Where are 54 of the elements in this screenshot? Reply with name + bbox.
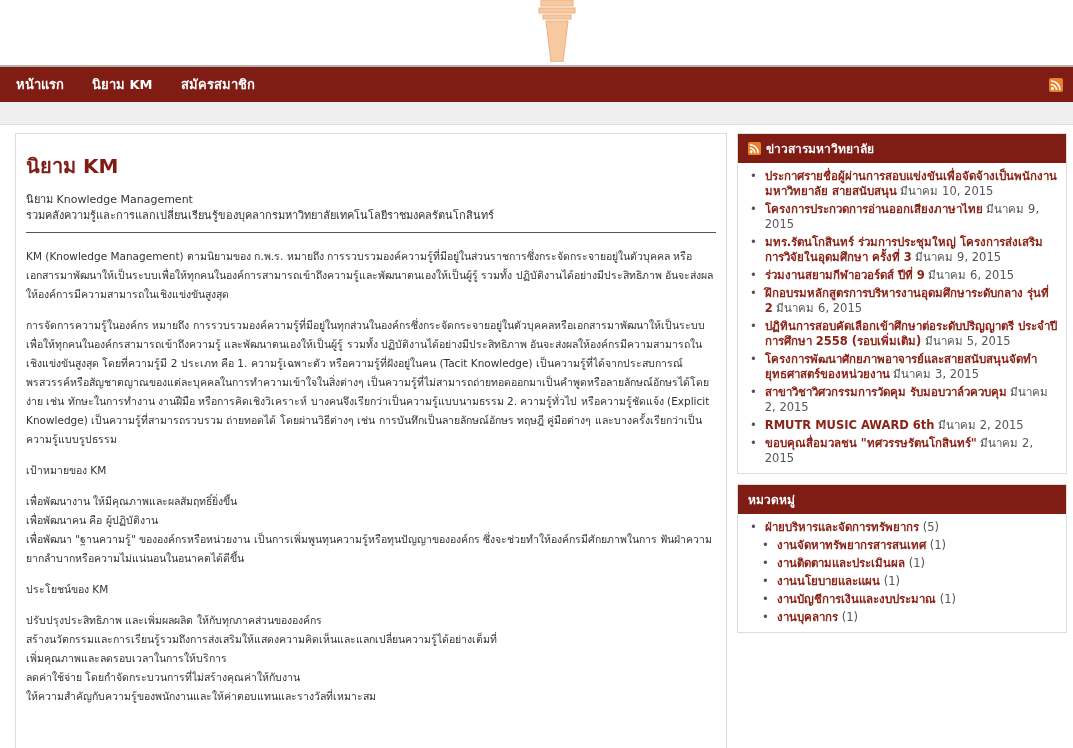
bullet: • [750, 318, 757, 335]
text-line: ลดค่าใช้จ่าย โดยกำจัดกระบวนการที่ไม่สร้างคุณค่าให้กับงาน [26, 669, 302, 686]
bullet: • [750, 417, 757, 434]
category-link[interactable]: งานนโยบายและแผน (1) [776, 573, 1058, 590]
category-link[interactable]: งานบุคลากร (1) [776, 609, 1058, 626]
article-title: นิยาม KM [26, 153, 120, 180]
bullet: • [750, 384, 757, 401]
nav-link[interactable]: หน้าแรก [16, 74, 64, 95]
text-line: เพื่อพัฒนา "ฐานความรู้" ขององค์กรหรือหน่วยงาน เป็นการเพิ่มพูนทุนความรู้หรือทุนปัญญาขององค์กร ซึ่งจะช่วยทำให้องค์กรมีศักยภาพในการ ฟันฝ่าความยากลำบากหรือความไม่แน่นอนในอนาคตได้ดีขึ้น [26, 531, 714, 566]
widget-title: หมวดหมู่ [738, 485, 1066, 514]
article-tagline: รวมคลังความรู้และการแลกเปลี่ยนเรียนรู้ของบุคลากรมหาวิทยาลัยเทคโนโลยีราชมงคลรัตนโกสินทร์ [26, 208, 495, 224]
news-item[interactable]: ร่วมงานสยามกีฬาอวอร์ดส์ ปีที่ 9 มีนาคม 6, 2015 [764, 267, 1058, 284]
paragraph: KM (Knowledge Management) ตามนิยามของ ก.พ.ร. หมายถึง การรวบรวมองค์ความรู้ที่มีอยู่ในส่วนราชการซึ่งกระจัดกระจายอยู่ในตัวบุคคล หรือเอกสารมาพัฒนาให้เป็นระบบเพื่อให้ทุกคนในองค์การสามารถเข้าถึงความรู้และพัฒนาตนเองให้เป็นผู้รู้ รวมทั้ง ปฏิบัติงานได้อย่างมีประสิทธิภาพ อันจะส่งผลให้องค์การมีความสามารถในเชิงแข่งขันสูงสุด [26, 248, 714, 303]
news-item[interactable]: โครงการประกวดการอ่านออกเสียงภาษาไทย มีนาคม 9, 2015 [764, 201, 1058, 233]
bullet: • [750, 519, 757, 536]
category-link[interactable]: ฝ่ายบริหารและจัดการทรัพยากร (5) [764, 519, 1058, 536]
paragraph: การจัดการความรู้ในองค์กร หมายถึง การรวบรวมองค์ความรู้ที่มีอยู่ในทุกส่วนในองค์กรซึ่งกระจัดกระจายอยู่ในตัวบุคคลหรือเอกสารมาพัฒนาให้เป็นระบบ เพื่อให้ทุกคนในองค์กรสามารถเข้าถึงความรู้ และพัฒนาตนเองให้เป็นผู้รู้ รวมทั้ง ปฏิบัติงานได้อย่างมีประสิทธิภาพ อันจะส่งผลให้องค์กรมีความสามารถในเชิงแข่งขันสูงสุด โดยที่ความรู้มี 2 ประเภท คือ 1. ความรู้เฉพาะตัว หรือความรู้ที่ฝังอยู่ในคน (Tacit Knowledge) เป็นความรู้ที่ได้จากประสบการณ์ พรสวรรค์หรือสัญชาตญาณของแต่ละบุคคลในการทำความเข้าใจในสิ่งต่างๆ เป็นความรู้ที่ไม่สามารถถ่ายทอดออกมาเป็นคำพูดหรือลายลักษณ์อักษรได้โดยง่าย เช่น ทักษะในการทำงาน งานฝีมือ หรือการคิดเชิงวิเคราะห์ บางคนจึงเรียกว่าเป็นความรู้แบบนามธรรม 2. ความรู้ทั่วไป หรือความรู้ชัดแจ้ง (Explicit Knowledge) เป็นความรู้ที่สามารถรวบรวม ถ่ายทอดได้ โดยผ่านวิธีต่างๆ เช่น การบันทึกเป็นลายลักษณ์อักษร ทฤษฎี คู่มือต่างๆ และบางครั้งเรียกว่าเป็นความรู้แบบรูปธรรม [26, 317, 711, 448]
text-line: สร้างนวัตกรรมและการเรียนรู้รวมถึงการส่งเสริมให้แสดงความคิดเห็นและแลกเปลี่ยนความรู้ได้อย่างเต็มที่ [26, 631, 498, 648]
news-item[interactable]: มทร.รัตนโกสินทร์ ร่วมการประชุมใหญ่ โครงการส่งเสริมการวิจัยในอุดมศึกษา ครั้งที่ 3 มีนาคม 9, 2015 [764, 234, 1058, 266]
bullet: • [750, 435, 757, 452]
section-heading: เป้าหมายของ KM [26, 463, 108, 478]
rss-icon[interactable] [1049, 77, 1063, 92]
category-link[interactable]: งานจัดหาทรัพยากรสารสนเทศ (1) [776, 537, 1058, 554]
bullet: • [750, 351, 757, 368]
bullet: • [750, 201, 757, 218]
bullet: • [762, 537, 769, 554]
widget-title: ข่าวสารมหาวิทยาลัย [766, 141, 874, 158]
text-line: ปรับปรุงประสิทธิภาพ และเพิ่มผลผลิต ให้กับทุกภาคส่วนขององค์กร [26, 612, 323, 629]
section-heading: ประโยชน์ของ KM [26, 582, 110, 597]
news-item[interactable]: ประกาศรายชื่อผู้ผ่านการสอบแข่งขันเพื่อจัดจ้างเป็นพนักงานมหาวิทยาลัย สายสนับสนุน มีนาคม 10, 2015 [764, 168, 1058, 200]
news-item[interactable]: ขอบคุณสื่อมวลชน "ทศวรรษรัตนโกสินทร์" มีนาคม 2, 2015 [764, 435, 1058, 467]
news-item[interactable]: โครงการพัฒนาศักยภาพอาจารย์และสายสนับสนุนจัดทำยุทธศาสตร์ของหน่วยงาน มีนาคม 3, 2015 [764, 351, 1058, 383]
nav-link[interactable]: นิยาม KM [92, 74, 153, 95]
news-item[interactable]: สาขาวิชาวิศวกรรมการวัดคุม รับมอบวาล์วควบคุม มีนาคม 2, 2015 [764, 384, 1058, 416]
category-link[interactable]: งานบัญชีการเงินและงบประมาณ (1) [776, 591, 1058, 608]
text-line: เพื่อพัฒนาคน คือ ผู้ปฏิบัติงาน [26, 512, 159, 529]
bullet: • [750, 234, 757, 251]
bullet: • [762, 609, 769, 626]
bullet: • [750, 267, 757, 284]
bullet: • [750, 285, 757, 302]
bullet: • [762, 591, 769, 608]
text-line: เพื่อพัฒนางาน ให้มีคุณภาพและผลสัมฤทธิ์ยิ่งขึ้น [26, 492, 239, 510]
text-line: ให้ความสำคัญกับความรู้ของพนักงานและให้ค่าตอบแทนและรางวัลที่เหมาะสม [26, 688, 377, 705]
bullet: • [762, 573, 769, 590]
article-subtitle: นิยาม Knowledge Management [26, 192, 194, 207]
bullet: • [762, 555, 769, 572]
news-item[interactable]: RMUTR MUSIC AWARD 6th มีนาคม 2, 2015 [764, 417, 1058, 434]
bullet: • [750, 168, 757, 185]
rss-icon[interactable] [748, 142, 761, 155]
category-link[interactable]: งานติดตามและประเมินผล (1) [776, 555, 1058, 572]
nav-link[interactable]: สมัครสมาชิก [180, 74, 255, 95]
news-item[interactable]: ฝึกอบรมหลักสูตรการบริหารงานอุดมศึกษาระดับกลาง รุ่นที่ 2 มีนาคม 6, 2015 [764, 285, 1058, 317]
news-item[interactable]: ปฏิทินการสอบคัดเลือกเข้าศึกษาต่อระดับปริญญาตรี ประจำปีการศึกษา 2558 (รอบเพิ่มเติม) มีนาคม 5, 2015 [764, 318, 1058, 350]
text-line: เพิ่มคุณภาพและลดรอบเวลาในการให้บริการ [26, 650, 228, 667]
